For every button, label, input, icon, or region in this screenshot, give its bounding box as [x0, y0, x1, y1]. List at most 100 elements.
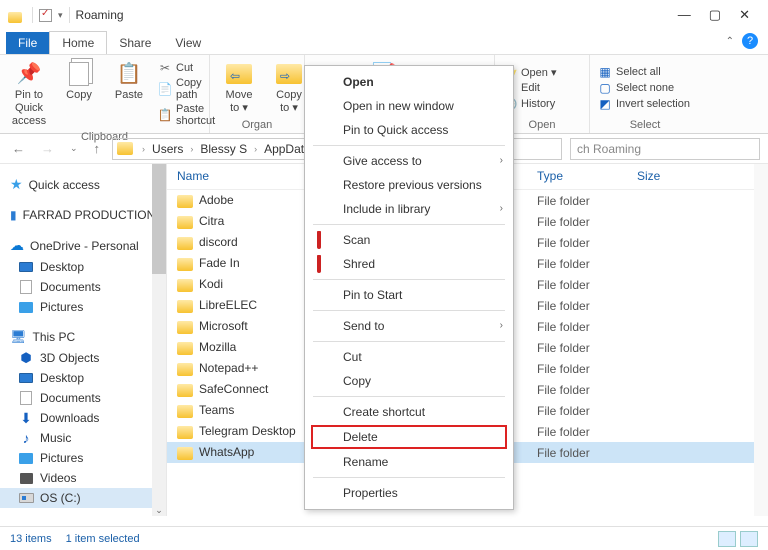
ctx-create-shortcut[interactable]: Create shortcut	[305, 400, 513, 424]
view-details-button[interactable]	[718, 531, 736, 547]
select-none-icon: ▢	[598, 81, 612, 95]
nav-documents[interactable]: Documents	[0, 277, 166, 297]
video-icon	[18, 471, 34, 485]
nav-pictures2[interactable]: Pictures	[0, 448, 166, 468]
select-all-button[interactable]: ▦Select all	[598, 65, 690, 79]
pin-icon: 📌	[15, 61, 43, 87]
quick-access-header[interactable]: ★Quick access	[0, 170, 166, 196]
nav-recent-button[interactable]: ⌄	[66, 143, 82, 154]
view-large-button[interactable]	[740, 531, 758, 547]
copy-path-icon: 📄	[158, 82, 172, 96]
nav-3d-objects[interactable]: ⬢3D Objects	[0, 348, 166, 368]
paste-button[interactable]: 📋Paste	[108, 59, 150, 129]
file-scrollbar[interactable]	[754, 164, 768, 516]
ctx-open-new-window[interactable]: Open in new window	[305, 94, 513, 118]
paste-icon: 📋	[115, 61, 143, 87]
chevron-right-icon[interactable]: ›	[251, 144, 260, 154]
col-size[interactable]: Size	[627, 164, 697, 189]
desktop-icon	[18, 371, 34, 385]
ctx-pin-quick-access[interactable]: Pin to Quick access	[305, 118, 513, 142]
nav-pictures[interactable]: Pictures	[0, 297, 166, 317]
nav-back-button[interactable]: ←	[8, 141, 29, 156]
network-drive-icon: ▮	[10, 208, 17, 222]
ctx-give-access[interactable]: Give access to›	[305, 149, 513, 173]
picture-icon	[18, 451, 34, 465]
move-to-icon: ⇦	[225, 61, 253, 87]
ribbon-tabs: File Home Share View ⌃ ?	[0, 30, 768, 54]
folder-icon	[177, 321, 193, 334]
folder-icon	[177, 300, 193, 313]
chevron-down-icon[interactable]: ⌄	[152, 505, 166, 516]
chevron-right-icon[interactable]: ›	[187, 144, 196, 154]
ctx-pin-start[interactable]: Pin to Start	[305, 283, 513, 307]
copy-icon	[65, 61, 93, 87]
nav-music[interactable]: ♪Music	[0, 428, 166, 448]
col-type[interactable]: Type	[527, 164, 627, 189]
breadcrumb[interactable]: Blessy S	[196, 142, 251, 156]
chevron-right-icon: ›	[500, 320, 503, 331]
nav-up-button[interactable]: ↑	[90, 141, 105, 156]
copy-path-button[interactable]: 📄Copy path	[158, 77, 215, 101]
folder-icon	[177, 384, 193, 397]
nav-os-c[interactable]: OS (C:)	[0, 488, 166, 508]
maximize-button[interactable]: ▢	[709, 7, 721, 23]
onedrive-header[interactable]: ☁OneDrive - Personal	[0, 231, 166, 257]
window-title: Roaming	[76, 8, 124, 22]
folder-icon	[177, 405, 193, 418]
qat-properties-icon[interactable]	[39, 9, 52, 22]
nav-scrollbar[interactable]: ⌄	[152, 164, 166, 516]
ctx-cut[interactable]: Cut	[305, 345, 513, 369]
ctx-scan[interactable]: Scan	[305, 228, 513, 252]
tab-view[interactable]: View	[163, 32, 213, 54]
shield-icon	[317, 233, 331, 247]
ctx-restore-previous[interactable]: Restore previous versions	[305, 173, 513, 197]
status-selected-count: 1 item selected	[66, 533, 140, 545]
group-select-label: Select	[598, 119, 692, 131]
nav-desktop[interactable]: Desktop	[0, 257, 166, 277]
chevron-right-icon[interactable]: ›	[139, 144, 148, 154]
chevron-right-icon: ›	[500, 155, 503, 166]
farrad-header[interactable]: ▮FARRAD PRODUCTION	[0, 202, 166, 225]
ctx-copy[interactable]: Copy	[305, 369, 513, 393]
ctx-send-to[interactable]: Send to›	[305, 314, 513, 338]
nav-forward-button[interactable]: →	[37, 141, 58, 156]
this-pc-header[interactable]: 🖥This PC	[0, 323, 166, 348]
select-none-button[interactable]: ▢Select none	[598, 81, 690, 95]
download-icon: ⬇	[18, 411, 34, 425]
ctx-properties[interactable]: Properties	[305, 481, 513, 505]
ctx-include-library[interactable]: Include in library›	[305, 197, 513, 221]
tab-home[interactable]: Home	[49, 31, 107, 54]
tab-share[interactable]: Share	[107, 32, 163, 54]
ctx-delete[interactable]: Delete	[311, 425, 507, 449]
invert-selection-button[interactable]: ◩Invert selection	[598, 97, 690, 111]
minimize-button[interactable]: —	[678, 7, 691, 23]
folder-icon	[177, 279, 193, 292]
cloud-icon: ☁	[10, 237, 24, 254]
folder-icon	[177, 447, 193, 460]
search-input[interactable]: ch Roaming	[570, 138, 760, 160]
qat-dropdown-icon[interactable]: ▾	[58, 10, 63, 21]
ctx-rename[interactable]: Rename	[305, 450, 513, 474]
nav-videos[interactable]: Videos	[0, 468, 166, 488]
cut-button[interactable]: ✂Cut	[158, 61, 215, 75]
ctx-shred[interactable]: Shred	[305, 252, 513, 276]
paste-shortcut-button[interactable]: 📋Paste shortcut	[158, 103, 215, 127]
folder-icon	[177, 342, 193, 355]
close-button[interactable]: ✕	[739, 7, 750, 23]
nav-desktop2[interactable]: Desktop	[0, 368, 166, 388]
ctx-open[interactable]: Open	[305, 70, 513, 94]
breadcrumb[interactable]: Users	[148, 142, 187, 156]
context-menu: Open Open in new window Pin to Quick acc…	[304, 65, 514, 510]
nav-documents2[interactable]: Documents	[0, 388, 166, 408]
navigation-pane[interactable]: ★Quick access ▮FARRAD PRODUCTION ☁OneDri…	[0, 164, 167, 516]
document-icon	[18, 391, 34, 405]
copy-button[interactable]: Copy	[58, 59, 100, 129]
nav-downloads[interactable]: ⬇Downloads	[0, 408, 166, 428]
help-icon[interactable]: ?	[742, 33, 758, 49]
music-icon: ♪	[18, 431, 34, 445]
move-to-button[interactable]: ⇦Move to ▾	[218, 59, 260, 117]
pin-quick-access-button[interactable]: 📌Pin to Quick access	[8, 59, 50, 129]
status-bar: 13 items 1 item selected	[0, 526, 768, 550]
tab-file[interactable]: File	[6, 32, 49, 54]
collapse-ribbon-icon[interactable]: ⌃	[726, 36, 734, 47]
